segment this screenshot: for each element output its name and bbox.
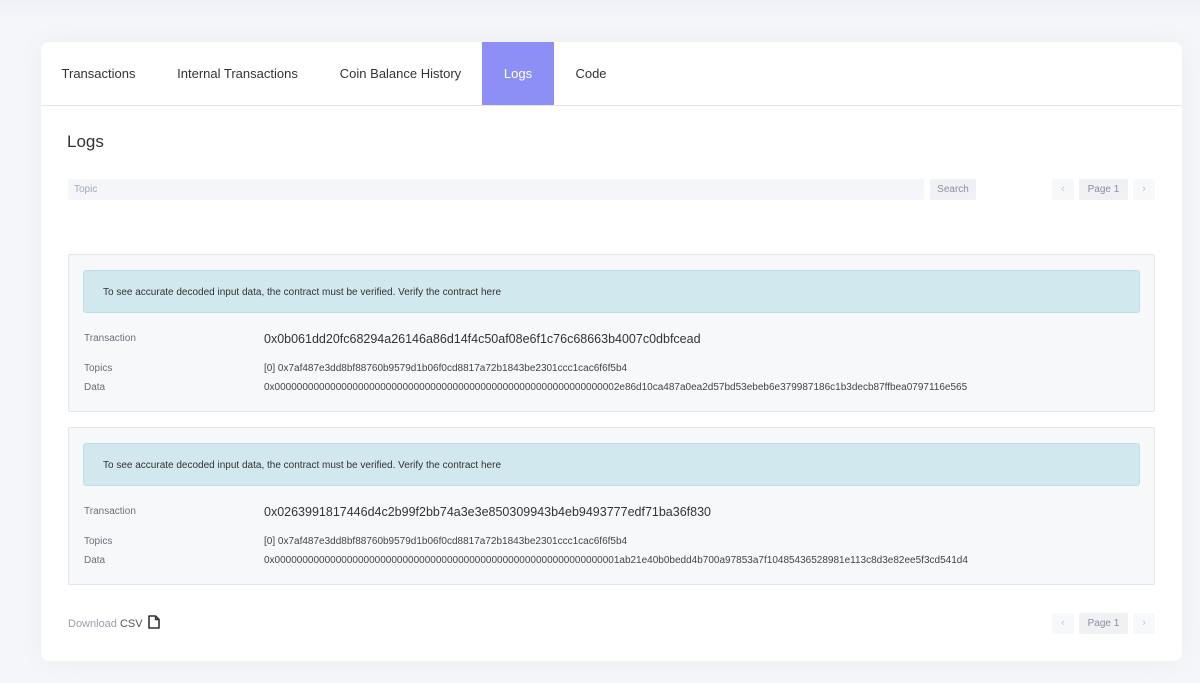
data-label: Data xyxy=(84,555,106,566)
pagination-bottom: ‹ Page 1 › xyxy=(1052,613,1155,634)
topic-search-input[interactable] xyxy=(68,179,924,200)
download-csv-link[interactable]: Download CSV xyxy=(68,615,160,630)
search-button[interactable]: Search xyxy=(930,179,976,200)
tab-bar: Transactions Internal Transactions Coin … xyxy=(41,42,1182,106)
section-title: Logs xyxy=(67,132,104,151)
topics-value: [0] 0x7af487e3dd8bf88760b9579d1b06f0cd88… xyxy=(264,536,628,547)
address-details-card: Transactions Internal Transactions Coin … xyxy=(41,42,1182,661)
log-entry: To see accurate decoded input data, the … xyxy=(68,427,1155,585)
download-label: Download xyxy=(68,618,117,630)
verify-contract-alert[interactable]: To see accurate decoded input data, the … xyxy=(83,270,1140,313)
verify-contract-alert[interactable]: To see accurate decoded input data, the … xyxy=(83,443,1140,486)
prev-page-button[interactable]: ‹ xyxy=(1052,613,1074,634)
topics-value: [0] 0x7af487e3dd8bf88760b9579d1b06f0cd88… xyxy=(264,363,628,374)
next-page-button[interactable]: › xyxy=(1133,179,1155,200)
topics-label: Topics xyxy=(84,536,113,547)
data-value: 0x00000000000000000000000000000000000000… xyxy=(264,382,968,393)
transaction-hash-link[interactable]: 0x0b061dd20fc68294a26146a86d14f4c50af08e… xyxy=(264,332,701,346)
data-value: 0x00000000000000000000000000000000000000… xyxy=(264,555,968,566)
next-page-button[interactable]: › xyxy=(1133,613,1155,634)
transaction-label: Transaction xyxy=(84,506,136,517)
file-icon xyxy=(147,615,160,629)
top-shade xyxy=(0,0,1200,20)
pagination-top: ‹ Page 1 › xyxy=(1052,179,1155,200)
transaction-label: Transaction xyxy=(84,333,136,344)
tab-logs[interactable]: Logs xyxy=(482,42,554,105)
tab-code[interactable]: Code xyxy=(554,42,628,105)
log-entry: To see accurate decoded input data, the … xyxy=(68,254,1155,412)
prev-page-button[interactable]: ‹ xyxy=(1052,179,1074,200)
data-label: Data xyxy=(84,382,106,393)
topics-label: Topics xyxy=(84,363,113,374)
tab-internal-transactions[interactable]: Internal Transactions xyxy=(156,42,319,105)
page-indicator: Page 1 xyxy=(1079,179,1128,200)
transaction-hash-link[interactable]: 0x0263991817446d4c2b99f2bb74a3e3e8503099… xyxy=(264,505,711,519)
csv-label: CSV xyxy=(119,618,143,630)
page-indicator: Page 1 xyxy=(1079,613,1128,634)
tab-coin-balance-history[interactable]: Coin Balance History xyxy=(319,42,482,105)
tab-transactions[interactable]: Transactions xyxy=(41,42,156,105)
